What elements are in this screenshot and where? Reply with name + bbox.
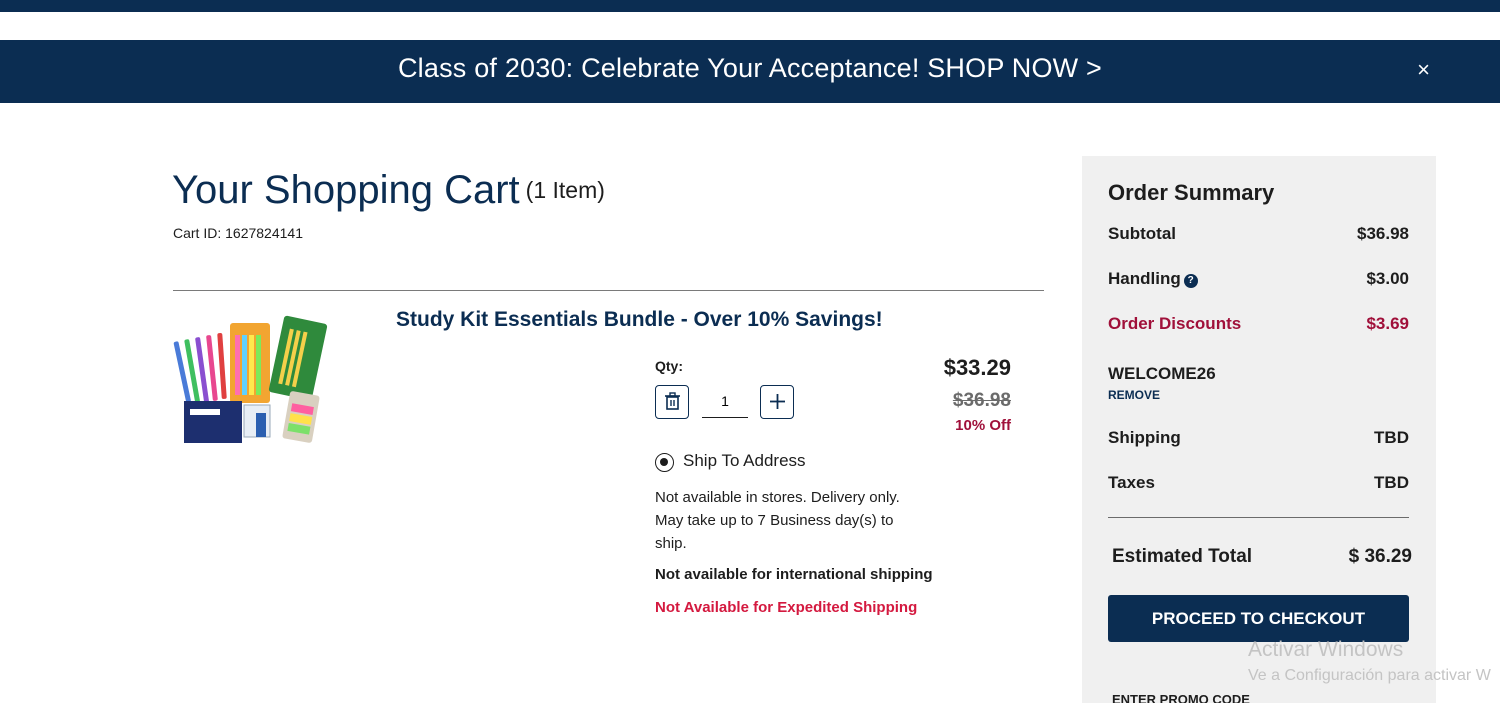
enter-promo-code-toggle[interactable]: ENTER PROMO CODE [1112, 692, 1250, 703]
order-summary-panel: Order Summary Subtotal $36.98 Handling? … [1082, 156, 1436, 703]
order-summary-title: Order Summary [1108, 180, 1275, 205]
study-kit-product-image[interactable] [172, 313, 332, 453]
promo-banner-link[interactable]: Class of 2030: Celebrate Your Acceptance… [0, 53, 1500, 84]
remove-item-button[interactable] [655, 385, 689, 419]
plus-icon [769, 394, 785, 409]
item-discount: 10% Off [955, 417, 1011, 434]
quantity-input[interactable] [702, 385, 748, 418]
page-title-text: Your Shopping Cart [172, 168, 520, 212]
page-title: Your Shopping Cart (1 Item) [172, 168, 605, 213]
proceed-to-checkout-button[interactable]: PROCEED TO CHECKOUT [1108, 595, 1409, 642]
shipping-label: Shipping [1108, 428, 1181, 447]
taxes-row: Taxes TBD [1108, 473, 1409, 493]
info-icon[interactable]: ? [1183, 274, 1198, 288]
international-shipping-note: Not available for international shipping [655, 566, 933, 583]
cart-divider [173, 290, 1044, 291]
windows-activation-watermark-subtitle: Ve a Configuración para activar W [1248, 667, 1491, 684]
windows-activation-watermark-title: Activar Windows [1248, 638, 1404, 661]
remove-promo-link[interactable]: REMOVE [1108, 388, 1160, 402]
handling-value: $3.00 [1366, 269, 1409, 288]
top-header-strip [0, 0, 1500, 12]
shipping-value: TBD [1374, 428, 1409, 447]
estimated-total-row: Estimated Total $ 36.29 [1112, 546, 1412, 568]
applied-promo-code: WELCOME26 [1108, 364, 1216, 383]
estimated-total-label: Estimated Total [1112, 546, 1253, 567]
summary-divider [1108, 517, 1409, 518]
trash-icon [664, 392, 680, 410]
expedited-shipping-note: Not Available for Expedited Shipping [655, 599, 918, 616]
subtotal-row: Subtotal $36.98 [1108, 224, 1409, 244]
handling-label: Handling [1108, 269, 1181, 288]
order-discounts-value: $3.69 [1366, 314, 1409, 333]
item-price: $33.29 [943, 355, 1011, 380]
estimated-total-value: $ 36.29 [1348, 546, 1412, 567]
taxes-label: Taxes [1108, 473, 1155, 492]
delivery-note: Not available in stores. Delivery only. … [655, 489, 900, 552]
order-discounts-label: Order Discounts [1108, 314, 1242, 333]
cart-id: Cart ID: 1627824141 [173, 225, 303, 241]
close-icon[interactable]: × [1417, 59, 1430, 81]
order-discounts-row: Order Discounts $3.69 [1108, 314, 1409, 334]
increase-quantity-button[interactable] [760, 385, 794, 419]
promo-banner: Class of 2030: Celebrate Your Acceptance… [0, 40, 1500, 103]
ship-to-address-label[interactable]: Ship To Address [683, 451, 806, 471]
handling-row: Handling? $3.00 [1108, 269, 1409, 289]
item-original-price: $36.98 [952, 390, 1011, 411]
cart-item-count: (1 Item) [525, 177, 605, 203]
ship-to-address-radio[interactable] [655, 453, 674, 472]
subtotal-label: Subtotal [1108, 224, 1176, 243]
shipping-row: Shipping TBD [1108, 428, 1409, 448]
qty-label: Qty: [655, 358, 683, 374]
subtotal-value: $36.98 [1357, 224, 1409, 243]
taxes-value: TBD [1374, 473, 1409, 492]
product-title-link[interactable]: Study Kit Essentials Bundle - Over 10% S… [396, 308, 883, 332]
